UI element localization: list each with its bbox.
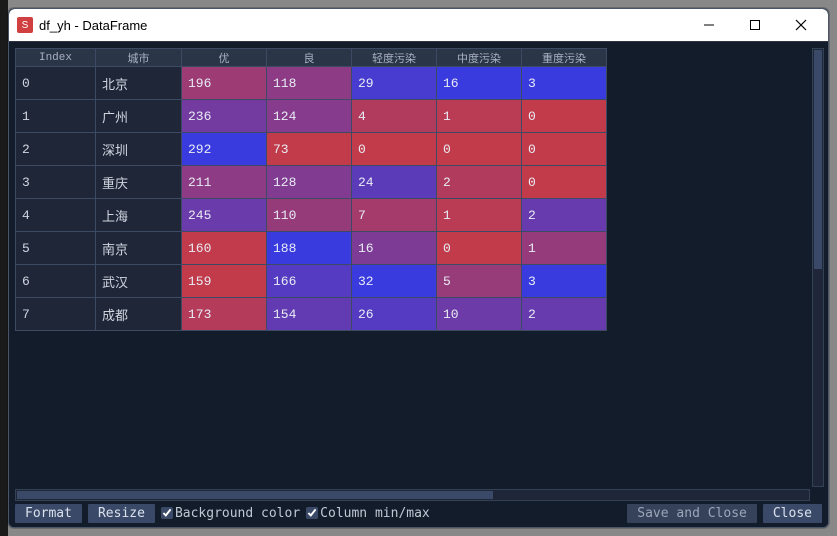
cell-value[interactable]: 4: [352, 100, 437, 133]
cell-value[interactable]: 73: [267, 133, 352, 166]
cell-value[interactable]: 245: [182, 199, 267, 232]
vertical-scrollbar[interactable]: [812, 48, 824, 487]
cell-value[interactable]: 16: [352, 232, 437, 265]
grid-wrap: Index 城市 优 良 轻度污染 中度污染 重度污染 0北京196118291…: [9, 42, 828, 503]
table-row[interactable]: 5南京1601881601: [16, 232, 607, 265]
col-2[interactable]: 良: [267, 49, 352, 67]
cell-value[interactable]: 3: [522, 67, 607, 100]
save-and-close-button[interactable]: Save and Close: [627, 504, 757, 523]
app-icon: S: [17, 17, 33, 33]
cell-city[interactable]: 上海: [96, 199, 182, 232]
cell-city[interactable]: 重庆: [96, 166, 182, 199]
window-title: df_yh - DataFrame: [39, 18, 686, 33]
cell-value[interactable]: 10: [437, 298, 522, 331]
cell-value[interactable]: 1: [522, 232, 607, 265]
minmax-label: Column min/max: [320, 506, 430, 521]
cell-value[interactable]: 0: [437, 232, 522, 265]
cell-index[interactable]: 7: [16, 298, 96, 331]
cell-value[interactable]: 0: [352, 133, 437, 166]
cell-value[interactable]: 2: [437, 166, 522, 199]
table-row[interactable]: 2深圳29273000: [16, 133, 607, 166]
horizontal-scrollbar[interactable]: [15, 489, 810, 501]
col-city[interactable]: 城市: [96, 49, 182, 67]
cell-value[interactable]: 118: [267, 67, 352, 100]
cell-value[interactable]: 124: [267, 100, 352, 133]
cell-value[interactable]: 29: [352, 67, 437, 100]
header-row[interactable]: Index 城市 优 良 轻度污染 中度污染 重度污染: [16, 49, 607, 67]
content-area: Index 城市 优 良 轻度污染 中度污染 重度污染 0北京196118291…: [9, 41, 828, 527]
resize-button[interactable]: Resize: [88, 504, 155, 523]
cell-value[interactable]: 110: [267, 199, 352, 232]
minmax-input[interactable]: [306, 507, 318, 519]
cell-value[interactable]: 5: [437, 265, 522, 298]
cell-value[interactable]: 160: [182, 232, 267, 265]
cell-value[interactable]: 24: [352, 166, 437, 199]
table-row[interactable]: 3重庆2111282420: [16, 166, 607, 199]
cell-index[interactable]: 2: [16, 133, 96, 166]
cell-value[interactable]: 32: [352, 265, 437, 298]
table-row[interactable]: 7成都17315426102: [16, 298, 607, 331]
bgcolor-checkbox[interactable]: Background color: [161, 506, 300, 521]
editor-gutter-behind: [0, 0, 8, 536]
titlebar[interactable]: S df_yh - DataFrame: [9, 9, 828, 41]
cell-value[interactable]: 0: [522, 166, 607, 199]
cell-city[interactable]: 武汉: [96, 265, 182, 298]
bgcolor-input[interactable]: [161, 507, 173, 519]
minmax-checkbox[interactable]: Column min/max: [306, 506, 430, 521]
cell-value[interactable]: 7: [352, 199, 437, 232]
cell-value[interactable]: 211: [182, 166, 267, 199]
maximize-button[interactable]: [732, 10, 778, 40]
col-4[interactable]: 中度污染: [437, 49, 522, 67]
table-row[interactable]: 6武汉1591663253: [16, 265, 607, 298]
minimize-button[interactable]: [686, 10, 732, 40]
col-3[interactable]: 轻度污染: [352, 49, 437, 67]
cell-value[interactable]: 159: [182, 265, 267, 298]
table-row[interactable]: 0北京19611829163: [16, 67, 607, 100]
cell-value[interactable]: 1: [437, 100, 522, 133]
cell-value[interactable]: 16: [437, 67, 522, 100]
cell-index[interactable]: 3: [16, 166, 96, 199]
table-row[interactable]: 1广州236124410: [16, 100, 607, 133]
cell-value[interactable]: 128: [267, 166, 352, 199]
cell-value[interactable]: 2: [522, 298, 607, 331]
col-index[interactable]: Index: [16, 49, 96, 67]
cell-value[interactable]: 236: [182, 100, 267, 133]
close-footer-button[interactable]: Close: [763, 504, 822, 523]
dataframe-window: S df_yh - DataFrame Index 城市 优 良 轻度污染: [8, 8, 829, 528]
cell-value[interactable]: 1: [437, 199, 522, 232]
cell-value[interactable]: 173: [182, 298, 267, 331]
cell-city[interactable]: 北京: [96, 67, 182, 100]
cell-value[interactable]: 188: [267, 232, 352, 265]
cell-city[interactable]: 成都: [96, 298, 182, 331]
cell-value[interactable]: 0: [522, 100, 607, 133]
cell-city[interactable]: 南京: [96, 232, 182, 265]
cell-value[interactable]: 166: [267, 265, 352, 298]
col-1[interactable]: 优: [182, 49, 267, 67]
vscroll-thumb[interactable]: [814, 50, 822, 269]
table-row[interactable]: 4上海245110712: [16, 199, 607, 232]
format-button[interactable]: Format: [15, 504, 82, 523]
close-button[interactable]: [778, 10, 824, 40]
cell-index[interactable]: 6: [16, 265, 96, 298]
cell-index[interactable]: 4: [16, 199, 96, 232]
cell-value[interactable]: 292: [182, 133, 267, 166]
dataframe-table[interactable]: Index 城市 优 良 轻度污染 中度污染 重度污染 0北京196118291…: [15, 48, 607, 331]
col-5[interactable]: 重度污染: [522, 49, 607, 67]
cell-city[interactable]: 深圳: [96, 133, 182, 166]
cell-index[interactable]: 0: [16, 67, 96, 100]
cell-value[interactable]: 2: [522, 199, 607, 232]
cell-value[interactable]: 0: [522, 133, 607, 166]
cell-index[interactable]: 5: [16, 232, 96, 265]
bgcolor-label: Background color: [175, 506, 300, 521]
footer-bar: Format Resize Background color Column mi…: [9, 503, 828, 527]
hscroll-thumb[interactable]: [17, 491, 493, 499]
cell-value[interactable]: 3: [522, 265, 607, 298]
cell-city[interactable]: 广州: [96, 100, 182, 133]
cell-index[interactable]: 1: [16, 100, 96, 133]
cell-value[interactable]: 154: [267, 298, 352, 331]
cell-value[interactable]: 0: [437, 133, 522, 166]
cell-value[interactable]: 196: [182, 67, 267, 100]
cell-value[interactable]: 26: [352, 298, 437, 331]
